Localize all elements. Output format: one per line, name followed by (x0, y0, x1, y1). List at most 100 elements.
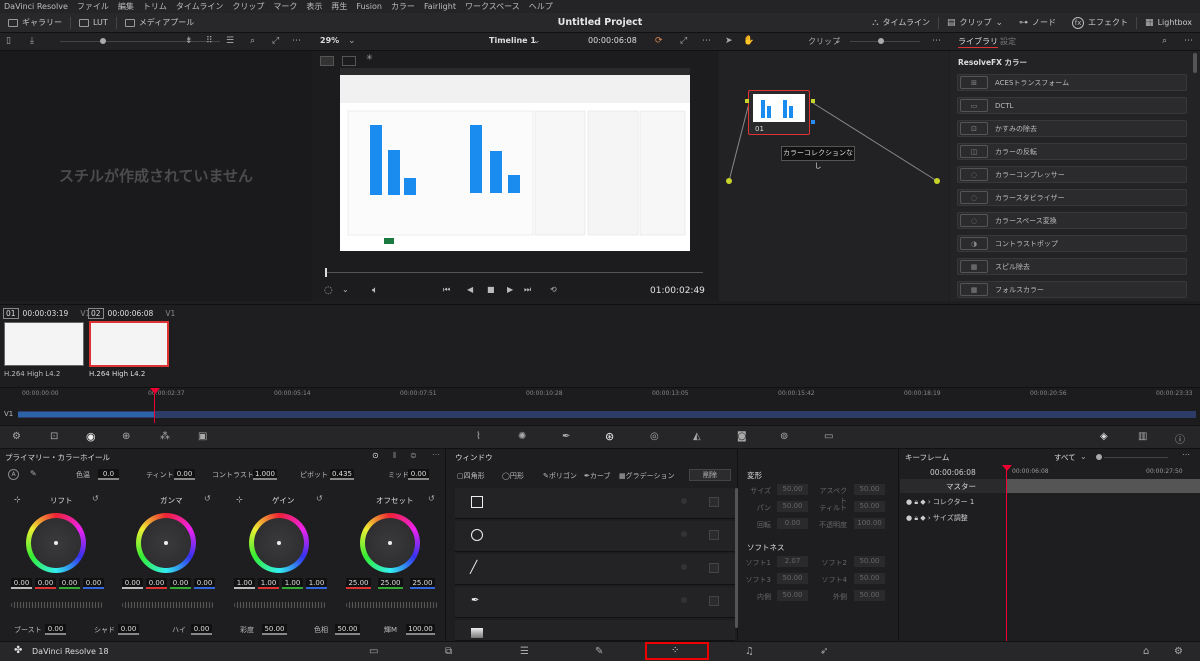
menu-fairlight[interactable]: Fairlight (424, 2, 456, 11)
chevron-down-icon[interactable]: ⌄ (533, 36, 541, 46)
offset-b[interactable]: 25.00 (410, 578, 435, 589)
timeline-name[interactable]: Timeline 1 (489, 36, 536, 45)
delete-button[interactable]: 削除 (689, 469, 731, 481)
more-icon[interactable]: ⋯ (1184, 36, 1193, 46)
menu-clip[interactable]: クリップ (232, 1, 264, 12)
search-icon[interactable]: ⌕ (1162, 36, 1167, 46)
window-enable-checkbox[interactable] (709, 596, 719, 606)
soft4-value[interactable]: 50.00 (854, 573, 885, 584)
size-value[interactable]: 50.00 (777, 484, 808, 495)
fairlight-page-icon[interactable]: ♫ (745, 646, 754, 657)
settings-icon[interactable]: ⚙︎ (1174, 646, 1183, 657)
color-match-icon[interactable]: ⊡ (50, 431, 58, 442)
aspect-value[interactable]: 50.00 (854, 484, 885, 495)
offset-master-wheel[interactable] (346, 602, 438, 608)
fx-item[interactable]: ◌ カラースペース変換 (957, 212, 1187, 229)
gain-master-wheel[interactable] (234, 602, 326, 608)
video-track-clip[interactable] (18, 411, 1196, 418)
cut-page-icon[interactable]: ⧉ (445, 646, 452, 657)
skip-start-icon[interactable]: ⏮︎ (443, 285, 450, 295)
play-reverse-icon[interactable]: ◀ (467, 285, 473, 294)
fx-item[interactable]: ▦ スピル除去 (957, 258, 1187, 275)
viewer-timecode[interactable]: 00:00:06:08 (588, 36, 637, 45)
fx-item[interactable]: ⊞ ACESトランスフォーム (957, 74, 1187, 91)
gamma-r[interactable]: 0.00 (146, 578, 167, 589)
sort-icon[interactable]: ⇟ (185, 36, 193, 46)
window-enable-checkbox[interactable] (709, 530, 719, 540)
offset-g[interactable]: 25.00 (378, 578, 403, 589)
expand-icon[interactable]: ⤢ (272, 36, 279, 46)
invert-toggle[interactable] (681, 498, 687, 504)
list-view-icon[interactable]: ☰ (226, 36, 234, 46)
deliver-page-icon[interactable]: ➶ (820, 646, 828, 657)
menu-app[interactable]: DaVinci Resolve (4, 2, 68, 11)
chevron-down-icon[interactable]: ⌄ (1080, 452, 1087, 461)
more-icon[interactable]: ⋯ (292, 36, 301, 46)
gamma-y[interactable]: 0.00 (122, 578, 143, 589)
saturation-value[interactable]: 50.00 (262, 624, 287, 635)
fx-item[interactable]: ◑ コントラストポップ (957, 235, 1187, 252)
hdr-wheels-icon[interactable]: ⊕ (122, 431, 130, 442)
library-scrollbar[interactable] (1193, 53, 1197, 73)
keyframe-row-corrector[interactable]: ● 🔒︎ ◆ › コレクター 1 (906, 497, 974, 507)
reset-icon[interactable]: ↺ (204, 494, 211, 503)
keyframe-filter-select[interactable]: すべて (1054, 452, 1076, 463)
wipe-icon[interactable]: ✳ (366, 53, 373, 62)
highlights-value[interactable]: 0.00 (191, 624, 212, 635)
fx-item[interactable]: ◌ カラースタビライザー (957, 189, 1187, 206)
node-input[interactable] (745, 99, 749, 103)
lift-master-wheel[interactable] (11, 602, 103, 608)
gain-wheel[interactable] (249, 513, 309, 573)
motion-effects-icon[interactable]: ▣ (198, 431, 207, 442)
node-alpha-output[interactable] (811, 120, 815, 124)
menu-fusion[interactable]: Fusion (356, 2, 382, 11)
gain-y[interactable]: 1.00 (234, 578, 255, 589)
effects-button[interactable]: fx エフェクト (1064, 16, 1136, 29)
add-circle-button[interactable]: ◯円形 (502, 471, 524, 481)
rgb-mixer-icon[interactable]: ⁂ (160, 431, 170, 442)
node-zoom-handle[interactable] (878, 38, 884, 44)
menu-playback[interactable]: 再生 (331, 1, 347, 12)
lift-wheel[interactable] (26, 513, 86, 573)
skip-end-icon[interactable]: ⏭︎ (524, 285, 531, 295)
lift-b[interactable]: 0.00 (83, 578, 104, 589)
inside-value[interactable]: 50.00 (777, 590, 808, 601)
play-icon[interactable]: ▶ (507, 285, 513, 294)
window-enable-checkbox[interactable] (709, 497, 719, 507)
fx-item[interactable]: ◫ カラーの反転 (957, 143, 1187, 160)
invert-toggle[interactable] (681, 531, 687, 537)
chevron-down-icon[interactable]: ⌄ (342, 285, 349, 294)
gamma-wheel[interactable] (136, 513, 196, 573)
gamma-master-wheel[interactable] (122, 602, 214, 608)
node-editor[interactable] (719, 51, 949, 301)
info-icon[interactable]: ⓘ (1175, 431, 1185, 446)
gamma-g[interactable]: 0.00 (170, 578, 191, 589)
more-icon[interactable]: ⋯ (702, 36, 711, 46)
keyframe-playhead-marker[interactable] (1002, 465, 1012, 471)
highlight-icon[interactable]: ⟳ (655, 36, 663, 46)
clip-button[interactable]: ▤ クリップ ⌄ (939, 17, 1011, 28)
media-page-icon[interactable]: ▭ (369, 646, 378, 657)
lut-button[interactable]: LUT (71, 18, 116, 27)
fusion-page-icon[interactable]: ✎ (595, 646, 603, 657)
fullscreen-icon[interactable]: ⤢ (680, 36, 687, 46)
menu-mark[interactable]: マーク (273, 1, 297, 12)
fx-item[interactable]: ⊡ かすみの除去 (957, 120, 1187, 137)
fx-item[interactable]: ▭ DCTL (957, 97, 1187, 114)
fx-item[interactable]: ▦ フォルスカラー (957, 281, 1187, 298)
add-rectangle-button[interactable]: ▢四角形 (457, 471, 485, 481)
grab-still-icon[interactable]: ⤓ (30, 36, 34, 46)
contrast-value[interactable]: 1.000 (253, 469, 277, 480)
lum-mix-value[interactable]: 100.00 (406, 624, 435, 635)
gallery-button[interactable]: ギャラリー (0, 17, 70, 28)
wheel-center-handle[interactable] (164, 541, 168, 545)
gamma-b[interactable]: 0.00 (194, 578, 215, 589)
sizing-icon[interactable]: ▭ (824, 431, 833, 442)
menu-color[interactable]: カラー (391, 1, 415, 12)
wheel-picker-icon[interactable]: ⊹ (236, 495, 243, 504)
search-icon[interactable]: ⌕ (250, 36, 255, 46)
window-scrollbar[interactable] (735, 488, 738, 628)
keyframe-playhead[interactable] (1006, 465, 1007, 641)
opacity-value[interactable]: 100.00 (854, 518, 885, 529)
node-output[interactable] (811, 99, 815, 103)
